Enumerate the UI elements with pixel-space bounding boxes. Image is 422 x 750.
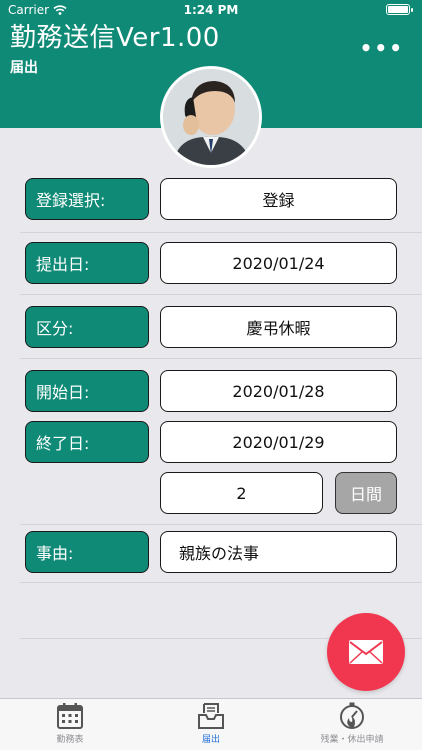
- start-date-field[interactable]: 2020/01/28: [160, 370, 397, 412]
- avatar: [160, 66, 262, 168]
- tab-overtime-request[interactable]: 残業・休出申請: [282, 701, 422, 749]
- submit-date-label: 提出日:: [25, 242, 149, 284]
- reason-label: 事由:: [25, 531, 149, 573]
- row-separator: [20, 232, 422, 233]
- businessman-photo: [163, 69, 259, 165]
- days-count-field[interactable]: 2: [160, 472, 323, 514]
- row-separator: [20, 358, 422, 359]
- app-title: 勤務送信Ver1.00: [10, 23, 220, 53]
- status-bar: Carrier 1:24 PM: [0, 0, 422, 20]
- submit-date-field[interactable]: 2020/01/24: [160, 242, 397, 284]
- end-date-label: 終了日:: [25, 421, 149, 463]
- more-menu-button[interactable]: •••: [360, 36, 404, 60]
- start-date-label: 開始日:: [25, 370, 149, 412]
- stopwatch-icon: [340, 702, 364, 729]
- status-time: 1:24 PM: [183, 3, 239, 17]
- days-unit-button[interactable]: 日間: [335, 472, 397, 514]
- tab-work-schedule[interactable]: 勤務表: [0, 701, 140, 749]
- category-label: 区分:: [25, 306, 149, 348]
- tab-label: 届出: [201, 735, 220, 745]
- battery-icon: [386, 4, 413, 15]
- calendar-icon: [57, 703, 83, 729]
- row-separator: [20, 582, 422, 583]
- tab-bar: 勤務表 届出 残業・休出申請: [0, 698, 422, 750]
- inbox-tray-icon: [198, 703, 224, 729]
- row-separator: [20, 294, 422, 295]
- registration-select[interactable]: 登録: [160, 178, 397, 220]
- send-mail-button[interactable]: [327, 613, 405, 691]
- end-date-field[interactable]: 2020/01/29: [160, 421, 397, 463]
- reason-field[interactable]: 親族の法事: [160, 531, 397, 573]
- tab-notification[interactable]: 届出: [141, 701, 281, 749]
- category-select[interactable]: 慶弔休暇: [160, 306, 397, 348]
- tab-label: 勤務表: [56, 735, 84, 745]
- envelope-icon: [349, 640, 383, 664]
- screen-subtitle: 届出: [10, 60, 38, 76]
- tab-label: 残業・休出申請: [320, 735, 384, 745]
- row-separator: [20, 524, 422, 525]
- registration-label: 登録選択:: [25, 178, 149, 220]
